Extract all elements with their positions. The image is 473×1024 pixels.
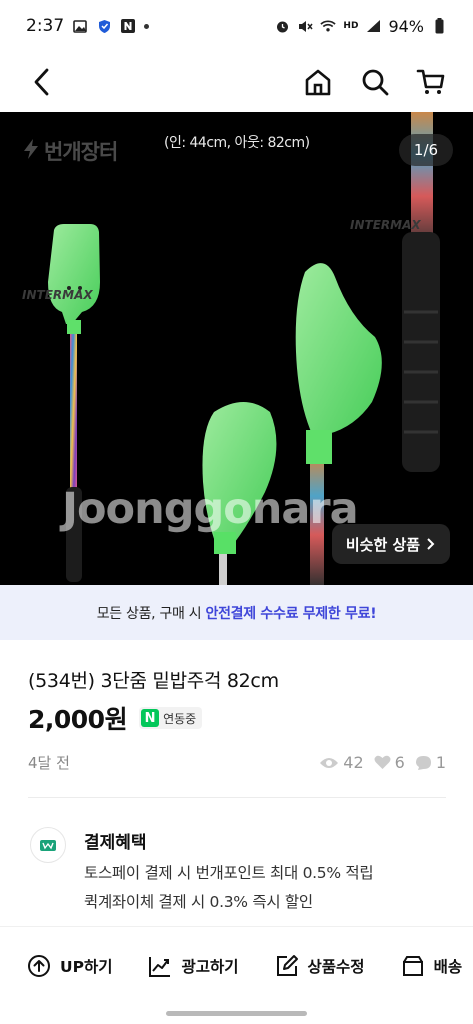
up-button[interactable]: UP하기 bbox=[27, 954, 112, 978]
search-icon bbox=[362, 69, 389, 96]
naver-icon bbox=[120, 18, 136, 34]
notice-highlight: 안전결제 수수료 무제한 무료! bbox=[205, 605, 377, 622]
eye-icon bbox=[320, 757, 339, 768]
npay-badge: N 연동중 bbox=[139, 707, 203, 729]
safe-payment-banner[interactable]: 모든 상품, 구매 시 안전결제 수수료 무제한 무료! bbox=[0, 585, 473, 640]
payment-benefit-icon bbox=[30, 827, 66, 863]
trend-chart-icon bbox=[149, 956, 171, 977]
benefit-title: 결제혜택 bbox=[84, 833, 147, 853]
alarm-icon bbox=[274, 18, 290, 34]
cart-button[interactable] bbox=[411, 62, 451, 102]
heart-icon bbox=[374, 755, 391, 769]
chevron-right-icon bbox=[427, 538, 435, 550]
advertise-label: 광고하기 bbox=[181, 957, 239, 976]
image-counter: 1/6 bbox=[399, 134, 453, 166]
product-title: (534번) 3단줌 밑밥주걱 82cm bbox=[28, 670, 279, 692]
notice-prefix: 모든 상품, 구매 시 bbox=[96, 605, 206, 622]
product-image-carousel[interactable]: 번개장터 (인: 44cm, 아웃: 82cm) INTERMAX INTERM… bbox=[0, 112, 473, 585]
back-arrow-icon bbox=[34, 68, 49, 96]
likes-stat: 6 bbox=[374, 753, 405, 772]
benefit-line: 퀵계좌이체 결제 시 0.3% 즉시 할인 bbox=[84, 893, 313, 911]
advertise-button[interactable]: 광고하기 bbox=[148, 954, 239, 978]
cart-icon bbox=[416, 69, 445, 94]
box-icon bbox=[402, 955, 423, 976]
search-button[interactable] bbox=[355, 62, 395, 102]
views-stat: 42 bbox=[319, 753, 364, 772]
edit-product-button[interactable]: 상품수정 bbox=[275, 954, 365, 978]
shipping-label: 배송 bbox=[433, 957, 463, 976]
similar-products-button[interactable]: 비슷한 상품 bbox=[332, 524, 450, 564]
benefit-line: 토스페이 결제 시 번개포인트 최대 0.5% 적립 bbox=[84, 864, 374, 882]
edit-product-label: 상품수정 bbox=[307, 957, 365, 976]
joonggonara-watermark: Joonggonara bbox=[62, 484, 359, 534]
chat-bubble-icon bbox=[415, 755, 431, 770]
intermax-logo: INTERMAX bbox=[22, 288, 93, 302]
home-indicator bbox=[166, 1011, 307, 1016]
intermax-logo: INTERMAX bbox=[350, 218, 421, 232]
wifi-icon bbox=[320, 18, 337, 34]
edit-icon bbox=[276, 954, 298, 976]
up-label: UP하기 bbox=[60, 957, 113, 976]
shield-icon bbox=[96, 18, 112, 34]
status-bar: 2:37 HD 94% bbox=[0, 0, 473, 52]
npay-label: 연동중 bbox=[163, 711, 197, 726]
home-button[interactable] bbox=[298, 62, 338, 102]
gallery-icon bbox=[72, 18, 88, 34]
price-row: 2,000원 N 연동중 bbox=[28, 700, 203, 736]
hd-voice-label: HD bbox=[343, 20, 359, 31]
battery-icon bbox=[431, 18, 447, 34]
dimensions-caption: (인: 44cm, 아웃: 82cm) bbox=[164, 135, 310, 151]
home-icon bbox=[305, 69, 331, 96]
section-divider bbox=[28, 797, 446, 798]
bottom-action-bar: UP하기 광고하기 상품수정 배송 bbox=[0, 926, 473, 1004]
brand-watermark: 번개장터 bbox=[22, 136, 118, 166]
back-button[interactable] bbox=[22, 62, 62, 102]
signal-icon bbox=[365, 18, 381, 34]
likes-count: 6 bbox=[394, 753, 405, 772]
mute-icon bbox=[297, 18, 314, 34]
status-time: 2:37 bbox=[26, 16, 65, 36]
brand-text: 번개장터 bbox=[44, 140, 118, 164]
shipping-button[interactable]: 배송 bbox=[401, 954, 463, 978]
meta-row: 4달 전 42 6 1 bbox=[28, 752, 446, 773]
app-header bbox=[0, 52, 473, 112]
views-count: 42 bbox=[343, 753, 364, 772]
similar-products-label: 비슷한 상품 bbox=[345, 535, 421, 554]
naver-pay-icon: N bbox=[141, 709, 160, 727]
notification-dot-icon bbox=[144, 23, 150, 29]
chats-stat: 1 bbox=[415, 753, 446, 772]
battery-percent: 94% bbox=[388, 16, 424, 36]
product-price: 2,000원 bbox=[28, 705, 128, 734]
lightning-icon bbox=[22, 138, 40, 165]
up-arrow-circle-icon bbox=[28, 954, 50, 977]
chats-count: 1 bbox=[435, 753, 446, 772]
posted-time: 4달 전 bbox=[28, 754, 70, 772]
